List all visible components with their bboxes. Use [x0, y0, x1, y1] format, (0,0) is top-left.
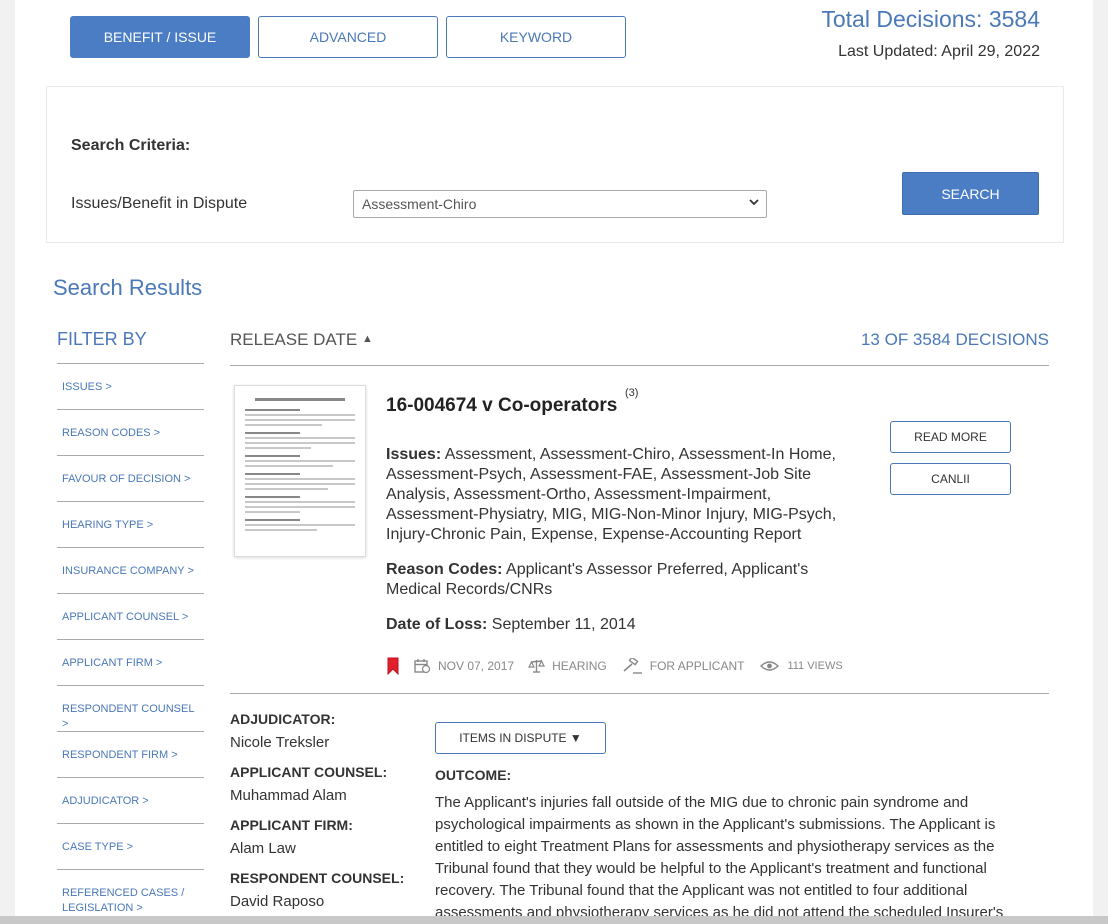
filter-issues[interactable]: ISSUES > [57, 363, 204, 409]
document-thumbnail[interactable] [234, 385, 366, 557]
filter-by-title: FILTER BY [57, 329, 147, 349]
tab-benefit-issue[interactable]: BENEFIT / ISSUE [70, 16, 250, 58]
date-of-loss-label: Date of Loss: [386, 616, 488, 633]
divider [230, 693, 1049, 694]
adjudicator-label: ADJUDICATOR: [230, 711, 336, 727]
citation-count: (3) [625, 387, 639, 399]
items-in-dispute-button[interactable]: ITEMS IN DISPUTE ▼ [435, 722, 606, 754]
search-button[interactable]: SEARCH [902, 172, 1039, 215]
respondent-counsel-label: RESPONDENT COUNSEL: [230, 870, 405, 886]
hearing-type: HEARING [552, 659, 607, 673]
favour-of-decision: FOR APPLICANT [649, 659, 745, 673]
issue-filter-label: Issues/Benefit in Dispute [71, 195, 248, 212]
sort-up-icon: ▲ [361, 333, 373, 345]
canlii-button[interactable]: CANLII [890, 463, 1011, 495]
filter-respondent-firm[interactable]: RESPONDENT FIRM > [57, 731, 204, 777]
case-title-link[interactable]: 16-004674 v Co-operators [386, 395, 617, 417]
date-of-loss-line: Date of Loss: September 11, 2014 [386, 615, 856, 635]
filter-insurance-company[interactable]: INSURANCE COMPANY > [57, 547, 204, 593]
issue-select-value: Assessment-Chiro [362, 196, 477, 212]
horizontal-scrollbar[interactable] [0, 916, 1108, 924]
decision-count: 13 OF 3584 DECISIONS [860, 330, 1049, 349]
chevron-down-icon [748, 195, 760, 212]
filter-applicant-firm[interactable]: APPLICANT FIRM > [57, 639, 204, 685]
scales-icon [528, 658, 546, 674]
divider [230, 365, 1049, 366]
respondent-counsel-value: David Raposo [230, 893, 325, 910]
issues-value: Assessment, Assessment-Chiro, Assessment… [386, 446, 837, 543]
sort-release-date[interactable]: RELEASE DATE ▲ [230, 330, 373, 350]
release-date: NOV 07, 2017 [438, 659, 515, 673]
case-parties: ADJUDICATOR: Nicole Treksler APPLICANT C… [230, 708, 420, 913]
filter-list: ISSUES > REASON CODES > FAVOUR OF DECISI… [57, 363, 204, 915]
page: BENEFIT / ISSUE ADVANCED KEYWORD Total D… [15, 0, 1093, 924]
filter-case-type[interactable]: CASE TYPE > [57, 823, 204, 869]
view-count: 111 VIEWS [787, 660, 843, 672]
filter-respondent-counsel[interactable]: RESPONDENT COUNSEL > [57, 685, 204, 731]
issues-line: Issues: Assessment, Assessment-Chiro, As… [386, 445, 856, 545]
eye-icon [760, 660, 780, 672]
tab-keyword[interactable]: KEYWORD [446, 16, 626, 58]
issues-label: Issues: [386, 446, 442, 463]
search-criteria-title: Search Criteria: [71, 137, 191, 154]
bookmark-icon[interactable] [386, 657, 400, 675]
reason-codes-label: Reason Codes: [386, 561, 503, 578]
filter-adjudicator[interactable]: ADJUDICATOR > [57, 777, 204, 823]
search-results-title: Search Results [53, 275, 203, 300]
date-of-loss-value: September 11, 2014 [491, 616, 636, 633]
case-details: Issues: Assessment, Assessment-Chiro, As… [386, 445, 856, 650]
last-updated: Last Updated: April 29, 2022 [838, 43, 1040, 60]
case-meta: NOV 07, 2017 HEARING FOR APPLICANT 111 V… [386, 657, 856, 675]
applicant-firm-label: APPLICANT FIRM: [230, 817, 353, 833]
filter-favour-of-decision[interactable]: FAVOUR OF DECISION > [57, 455, 204, 501]
total-decisions: Total Decisions: 3584 [821, 6, 1040, 32]
adjudicator-value: Nicole Treksler [230, 734, 330, 751]
search-criteria-panel: Search Criteria: Issues/Benefit in Dispu… [46, 86, 1064, 243]
applicant-counsel-label: APPLICANT COUNSEL: [230, 764, 388, 780]
calendar-icon [414, 658, 431, 674]
filter-referenced-cases[interactable]: REFERENCED CASES / LEGISLATION > [57, 869, 204, 915]
filter-applicant-counsel[interactable]: APPLICANT COUNSEL > [57, 593, 204, 639]
issue-select[interactable]: Assessment-Chiro [353, 190, 767, 218]
read-more-button[interactable]: READ MORE [890, 421, 1011, 453]
gavel-icon [621, 658, 643, 674]
reason-codes-line: Reason Codes: Applicant's Assessor Prefe… [386, 560, 856, 600]
applicant-counsel-value: Muhammad Alam [230, 787, 347, 804]
filter-hearing-type[interactable]: HEARING TYPE > [57, 501, 204, 547]
applicant-firm-value: Alam Law [230, 840, 296, 857]
outcome-label: OUTCOME: [435, 767, 512, 783]
filter-reason-codes[interactable]: REASON CODES > [57, 409, 204, 455]
tab-advanced[interactable]: ADVANCED [258, 16, 438, 58]
sort-label: RELEASE DATE [230, 330, 358, 349]
outcome-text: The Applicant's injuries fall outside of… [435, 794, 1004, 921]
